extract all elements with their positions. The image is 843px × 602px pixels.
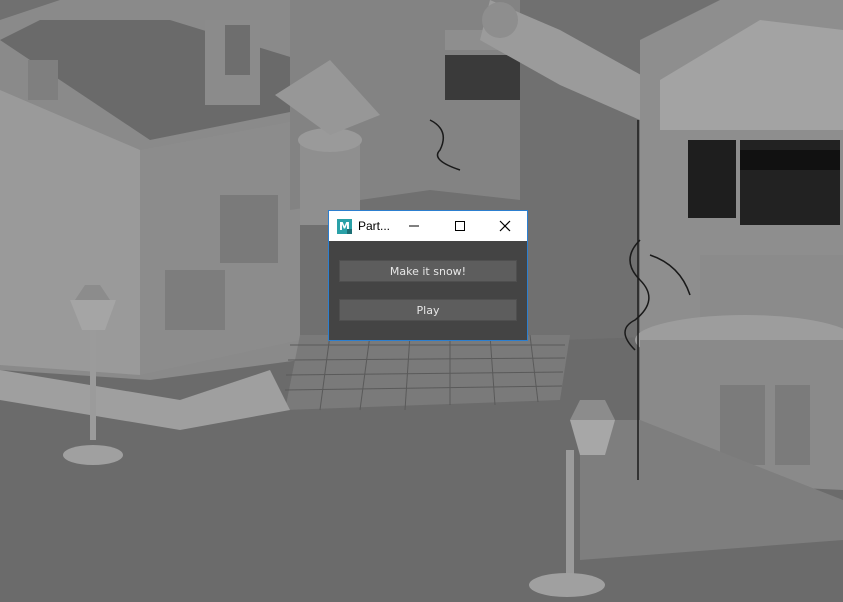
maximize-button[interactable]: [437, 211, 483, 241]
dialog-titlebar[interactable]: M Part...: [329, 211, 527, 241]
dialog-body: Make it snow! Play: [329, 241, 527, 340]
close-icon: [499, 220, 511, 232]
maya-app-icon: M: [337, 219, 352, 234]
maximize-icon: [455, 221, 465, 231]
particle-dialog-window: M Part... Make it snow! Play: [328, 210, 528, 341]
make-it-snow-button[interactable]: Make it snow!: [339, 260, 517, 282]
dialog-title: Part...: [358, 219, 391, 233]
minimize-icon: [409, 225, 419, 227]
close-button[interactable]: [482, 211, 528, 241]
play-button[interactable]: Play: [339, 299, 517, 321]
minimize-button[interactable]: [391, 211, 437, 241]
